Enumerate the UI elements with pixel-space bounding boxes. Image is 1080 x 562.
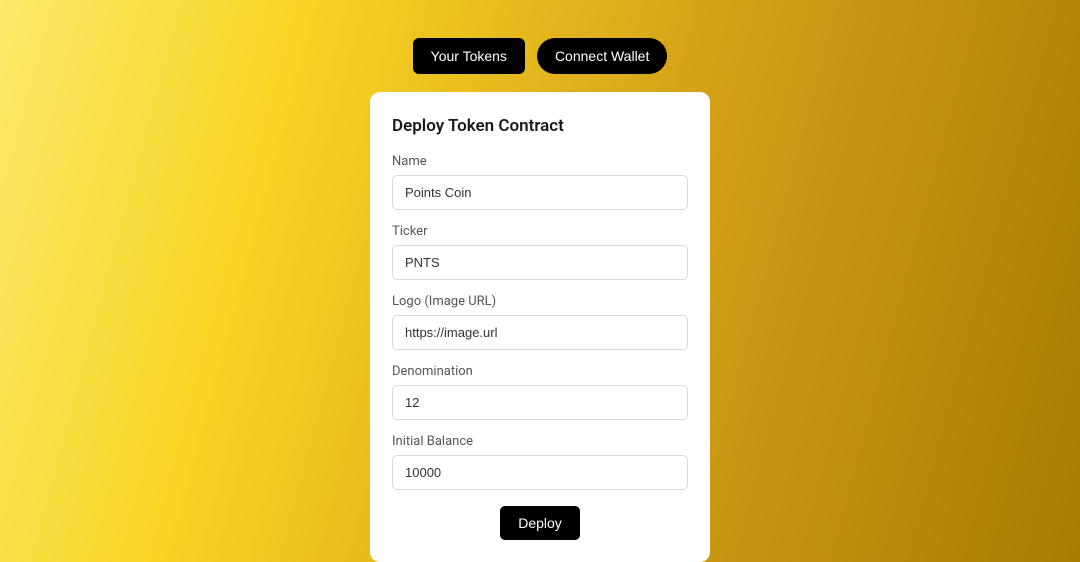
name-input[interactable] xyxy=(392,175,688,210)
name-field-group: Name xyxy=(392,154,688,210)
connect-wallet-button[interactable]: Connect Wallet xyxy=(537,38,667,74)
denomination-label: Denomination xyxy=(392,364,688,379)
ticker-label: Ticker xyxy=(392,224,688,239)
ticker-input[interactable] xyxy=(392,245,688,280)
your-tokens-button[interactable]: Your Tokens xyxy=(413,38,525,74)
denomination-field-group: Denomination xyxy=(392,364,688,420)
deploy-token-card: Deploy Token Contract Name Ticker Logo (… xyxy=(370,92,710,562)
balance-label: Initial Balance xyxy=(392,434,688,449)
logo-field-group: Logo (Image URL) xyxy=(392,294,688,350)
logo-label: Logo (Image URL) xyxy=(392,294,688,309)
balance-input[interactable] xyxy=(392,455,688,490)
balance-field-group: Initial Balance xyxy=(392,434,688,490)
header-nav: Your Tokens Connect Wallet xyxy=(0,0,1080,92)
denomination-input[interactable] xyxy=(392,385,688,420)
card-title: Deploy Token Contract xyxy=(392,116,688,136)
name-label: Name xyxy=(392,154,688,169)
ticker-field-group: Ticker xyxy=(392,224,688,280)
deploy-button[interactable]: Deploy xyxy=(500,506,580,540)
logo-input[interactable] xyxy=(392,315,688,350)
deploy-row: Deploy xyxy=(392,506,688,540)
